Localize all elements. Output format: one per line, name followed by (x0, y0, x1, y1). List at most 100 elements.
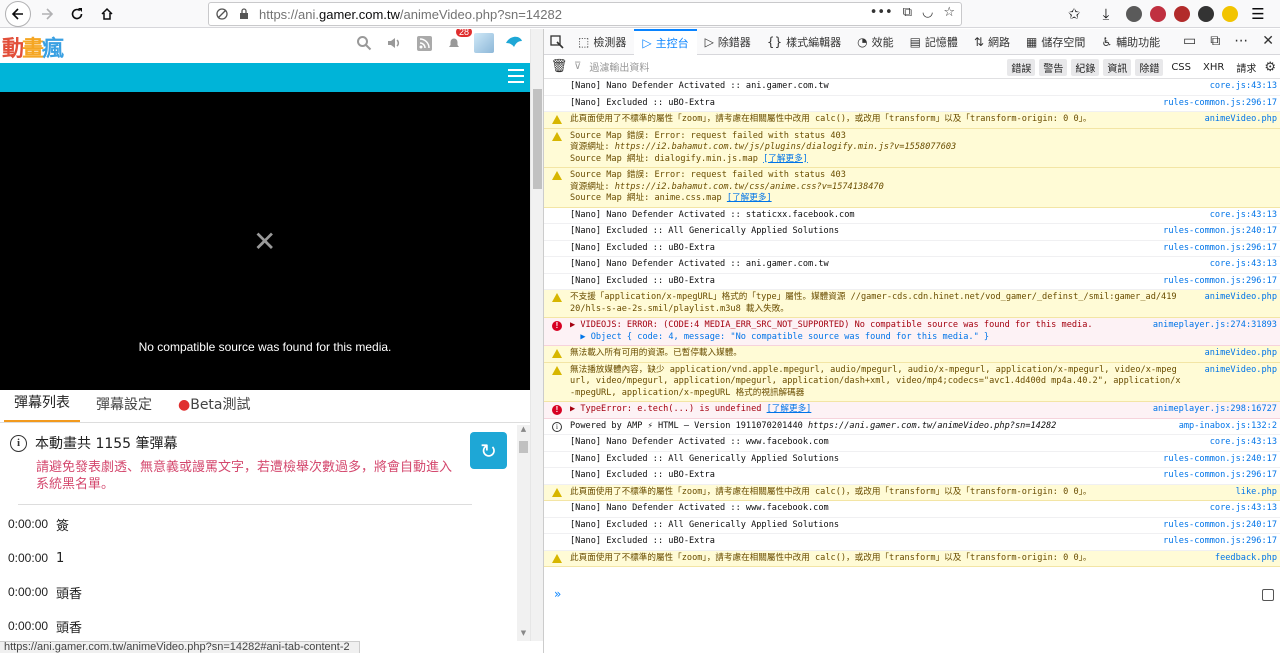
ublock-extension-icon[interactable] (1150, 6, 1166, 22)
console-message[interactable]: 此頁面使用了不標準的屬性「zoom」，請考慮在相關屬性中改用 calc()，或改… (544, 484, 1280, 501)
danmaku-row[interactable]: 0:00:00 頭香 (0, 575, 516, 609)
console-message[interactable]: [Nano] Nano Defender Activated :: static… (544, 208, 1280, 224)
tab-memory[interactable]: ▤ 記憶體 (902, 29, 966, 55)
menu-icon[interactable]: ☰ (1246, 2, 1270, 26)
resource-url[interactable]: https://i2.bahamut.com.tw/css/anime.css?… (615, 182, 884, 192)
message-source-link[interactable]: like.php (1236, 487, 1277, 499)
video-player[interactable]: ✕ No compatible source was found for thi… (0, 92, 530, 390)
console-message[interactable]: i Powered by AMP ⚡ HTML – Version 1911070… (544, 419, 1280, 435)
filter-debug-button[interactable]: 除錯 (1135, 59, 1164, 76)
refresh-button[interactable]: ↻ (470, 432, 507, 469)
console-message[interactable]: 無法播放媒體內容，缺少 application/vnd.apple.mpegur… (544, 362, 1280, 402)
tab-storage[interactable]: ▦ 儲存空間 (1018, 29, 1093, 55)
learn-more-link[interactable]: [了解更多] (763, 154, 808, 164)
filter-info-button[interactable]: 資訊 (1103, 59, 1132, 76)
tab-performance[interactable]: ◔ 效能 (849, 29, 901, 55)
console-message[interactable]: [Nano] Excluded :: All Generically Appli… (544, 518, 1280, 534)
message-source-link[interactable]: feedback.php (1215, 553, 1277, 565)
filter-xhr-button[interactable]: XHR (1199, 61, 1228, 74)
console-message[interactable]: [Nano] Nano Defender Activated :: www.fa… (544, 435, 1280, 452)
learn-more-link[interactable]: [了解更多] (727, 193, 772, 203)
library-icon[interactable]: ✩ (1062, 2, 1086, 26)
message-source-link[interactable]: animeVideo.php (1205, 114, 1277, 126)
element-picker-button[interactable] (544, 29, 570, 55)
resource-url[interactable]: https://i2.bahamut.com.tw/js/plugins/dia… (615, 142, 956, 152)
console-message[interactable]: [Nano] Excluded :: uBO-Extra rules-common… (544, 468, 1280, 485)
message-source-link[interactable]: rules-common.js:296:17 (1163, 536, 1277, 548)
user-avatar[interactable] (474, 33, 494, 53)
console-message[interactable]: [Nano] Nano Defender Activated :: ani.ga… (544, 257, 1280, 274)
console-message[interactable]: ! ▶ VIDEOJS: ERROR: (CODE:4 MEDIA_ERR_SRC… (544, 318, 1280, 346)
search-icon[interactable] (354, 33, 374, 53)
message-source-link[interactable]: rules-common.js:240:17 (1163, 520, 1277, 532)
filter-errors-button[interactable]: 錯誤 (1007, 59, 1036, 76)
filter-warnings-button[interactable]: 警告 (1039, 59, 1068, 76)
dock-icon[interactable]: ⧉ (1210, 33, 1220, 49)
danmaku-scroll-thumb[interactable] (519, 441, 528, 453)
console-settings-icon[interactable]: ⚙ (1264, 60, 1276, 75)
shield-extension-icon[interactable] (1126, 6, 1142, 22)
url-bar[interactable]: https://ani.gamer.com.tw/animeVideo.php?… (208, 2, 962, 26)
rss-icon[interactable] (414, 33, 434, 53)
notification-icon[interactable]: 28 (444, 29, 472, 53)
message-source-link[interactable]: animeVideo.php (1205, 348, 1277, 360)
message-source-link[interactable]: animeVideo.php (1205, 365, 1277, 377)
console-message[interactable]: [Nano] Nano Defender Activated :: ani.ga… (544, 79, 1280, 96)
danmaku-row[interactable]: 0:00:00 1 (0, 541, 516, 575)
message-source-link[interactable]: rules-common.js:296:17 (1163, 243, 1277, 255)
filter-requests-button[interactable]: 請求 (1232, 59, 1260, 76)
tracking-protection-icon[interactable] (215, 7, 229, 21)
message-source-link[interactable]: core.js:43:13 (1210, 210, 1277, 222)
tab-inspector[interactable]: ⬚ 檢測器 (570, 29, 634, 55)
console-message[interactable]: [Nano] Excluded :: All Generically Appli… (544, 224, 1280, 241)
tab-debugger[interactable]: ▷ 除錯器 (697, 29, 759, 55)
console-message[interactable]: [Nano] Excluded :: uBO-Extra rules-common… (544, 534, 1280, 551)
console-input[interactable]: » (544, 582, 1280, 606)
tab-console[interactable]: ▷ 主控台 (634, 28, 697, 55)
home-button[interactable] (95, 2, 119, 26)
console-message[interactable]: Source Map 錯誤: Error: request failed wit… (544, 128, 1280, 168)
bookmark-star-icon[interactable]: ☆ (943, 5, 955, 20)
danmaku-row[interactable]: 0:00:00 簽 (0, 507, 516, 541)
close-devtools-icon[interactable]: ✕ (1262, 33, 1274, 49)
message-source-link[interactable]: core.js:43:13 (1210, 437, 1277, 449)
page-scrollbar[interactable] (530, 29, 543, 641)
resource-url[interactable]: https://ani.gamer.com.tw/animeVideo.php?… (808, 421, 1056, 431)
filter-input[interactable]: 過濾輸出資料 (589, 59, 649, 74)
back-button[interactable] (5, 0, 31, 27)
tab-danmaku-settings[interactable]: 彈幕設定 (86, 394, 162, 422)
forward-button[interactable] (35, 2, 59, 26)
message-source-link[interactable]: animeVideo.php (1205, 292, 1277, 304)
screenshot-icon[interactable]: ⧉ (903, 5, 912, 20)
adblock-extension-icon[interactable] (1174, 6, 1190, 22)
tab-danmaku-list[interactable]: 彈幕列表 (4, 392, 80, 422)
page-actions-icon[interactable]: ••• (870, 5, 893, 20)
console-message[interactable]: [Nano] Excluded :: uBO-Extra rules-common… (544, 241, 1280, 257)
hamburger-menu-icon[interactable] (508, 69, 524, 83)
danmaku-scrollbar[interactable]: ▲ ▼ (517, 425, 530, 641)
filter-logs-button[interactable]: 紀錄 (1071, 59, 1100, 76)
tab-style-editor[interactable]: {} 樣式編輯器 (759, 29, 849, 55)
message-source-link[interactable]: rules-common.js:296:17 (1163, 276, 1277, 288)
site-logo[interactable]: 動畫瘋 (2, 31, 64, 63)
emoji-extension-icon[interactable] (1222, 6, 1238, 22)
console-message[interactable]: 不支援「application/x-mpegURL」格式的「type」屬性。媒體… (544, 290, 1280, 318)
danmaku-row[interactable]: 0:00:00 頭香 (0, 609, 516, 641)
message-source-link[interactable]: rules-common.js:240:17 (1163, 454, 1277, 466)
message-source-link[interactable]: rules-common.js:240:17 (1163, 226, 1277, 238)
console-message[interactable]: [Nano] Nano Defender Activated :: www.fa… (544, 501, 1280, 518)
mascot-icon[interactable] (504, 33, 524, 53)
tab-beta-test[interactable]: ●Beta測試 (168, 394, 261, 422)
message-source-link[interactable]: core.js:43:13 (1210, 81, 1277, 93)
clear-console-icon[interactable]: 🗑 (544, 59, 574, 74)
responsive-design-icon[interactable]: ▭ (1183, 33, 1196, 49)
tab-network[interactable]: ⇅ 網路 (966, 29, 1018, 55)
tab-accessibility[interactable]: ♿ 輔助功能 (1093, 29, 1168, 55)
page-scroll-thumb[interactable] (533, 89, 542, 189)
console-message[interactable]: 此頁面使用了不標準的屬性「zoom」，請考慮在相關屬性中改用 calc()，或改… (544, 112, 1280, 129)
lock-icon[interactable] (237, 7, 251, 21)
message-source-link[interactable]: core.js:43:13 (1210, 503, 1277, 515)
console-message[interactable]: 此頁面使用了不標準的屬性「zoom」，請考慮在相關屬性中改用 calc()，或改… (544, 550, 1280, 567)
console-message[interactable]: ! ▶ TypeError: e.tech(...) is undefined [… (544, 402, 1280, 419)
scroll-up-arrow-icon[interactable]: ▲ (517, 425, 530, 437)
